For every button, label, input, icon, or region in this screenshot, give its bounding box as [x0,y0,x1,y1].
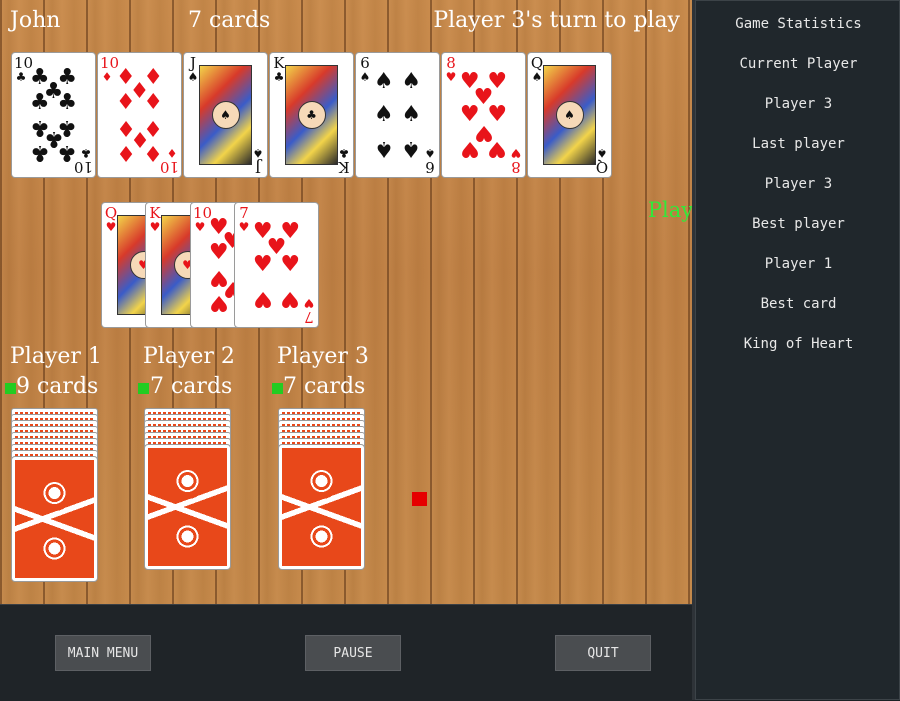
card-rank-bottom: K ♣ [338,146,350,176]
diamonds-pip-icon: ♦ [115,89,136,115]
hand-card[interactable]: 10 ♣ 10 ♣ ♣ ♣ ♣ ♣ ♣ ♣ ♣ ♣ ♣ ♣ [11,52,96,178]
opponent-2-indicator [138,383,149,394]
clubs-pip-icon: ♣ [29,140,50,166]
spades-pip-icon: ♠ [401,102,422,127]
player-name: John [10,8,61,33]
card-rank-top: Q ♠ [530,54,544,85]
card-rank-bottom: Q ♠ [595,146,609,176]
opponent-2-cards: 7 cards [150,374,233,399]
card-rank-bottom: J ♠ [252,146,264,176]
trick-card[interactable]: 7 ♥ 7 ♥ ♥ ♥ ♥ ♥ ♥ ♥ ♥ [234,202,319,328]
card-rank-bottom: 10 ♦ [159,146,179,176]
hand-card[interactable]: K ♣ K ♣ ♣ [269,52,354,178]
opponent-3-indicator [272,383,283,394]
hearts-pip-icon: ♥ [252,252,273,277]
marker-icon [412,492,427,506]
card-pips: ♣ ♣ ♣ ♣ ♣ ♣ ♣ ♣ ♣ ♣ [26,63,81,167]
card-back-pattern-icon [148,448,227,566]
hearts-pip-icon: ♥ [208,239,229,265]
opponent-2-name: Player 2 [143,344,235,369]
spades-pip-icon: ♠ [373,68,394,94]
opponent-3-name: Player 3 [277,344,369,369]
court-figure-icon: ♠ [199,65,252,165]
card-rank-top: K ♣ [273,54,285,85]
stats-panel: Game Statistics Current Player Player 3 … [692,0,900,700]
best-card-label: Best card [760,296,837,312]
best-player-value: Player 1 [764,256,833,272]
hand-card[interactable]: J ♠ J ♠ ♠ [183,52,268,178]
opponent-1-cards: 9 cards [16,374,99,399]
card-rank-top: K ♥ [149,204,161,235]
hearts-pip-icon: ♥ [280,252,301,277]
spades-pip-icon: ♠ [401,68,422,94]
clubs-pip-icon: ♣ [57,89,78,115]
card-rank-bottom: 8 ♥ [510,146,522,176]
card-rank-bottom: 6 ♠ [424,146,436,176]
card-pips: ♠ ♠ ♠ ♠ ♠ ♠ [370,63,425,167]
card-back [11,456,98,582]
card-rank-bottom: 10 ♣ [73,146,93,176]
diamonds-pip-icon: ♦ [115,140,136,166]
clubs-icon: ♣ [297,101,326,129]
best-card-value: King of Heart [743,336,854,352]
current-player-label: Current Player [739,56,858,72]
spades-pip-icon: ♠ [373,102,394,127]
card-back-pattern-icon [15,460,94,578]
best-player-label: Best player [752,216,845,232]
diamonds-pip-icon: ♦ [143,140,164,166]
last-player-label: Last player [752,136,845,152]
card-pips: ♥ ♥ ♥ ♥ ♥ ♥ ♥ [249,213,304,317]
spades-pip-icon: ♠ [373,136,394,162]
spades-pip-icon: ♠ [401,136,422,162]
hearts-pip-icon: ♥ [208,290,229,316]
clubs-pip-icon: ♣ [57,140,78,166]
turn-status: Player 3's turn to play [433,8,680,33]
opponent-1-name: Player 1 [10,344,102,369]
spades-icon: ♠ [211,101,240,129]
card-pips: ♦ ♦ ♦ ♦ ♦ ♦ ♦ ♦ ♦ ♦ [112,63,167,167]
main-menu-button[interactable]: MAIN MENU [55,635,151,671]
court-figure-icon: ♠ [543,65,596,165]
card-back [278,444,365,570]
opponent-1-indicator [5,383,16,394]
card-pips: ♥ ♥ ♥ ♥ ♥ ♥ ♥ ♥ [456,63,511,167]
last-player-value: Player 3 [764,176,833,192]
opponent-3-cards: 7 cards [283,374,366,399]
card-back [144,444,231,570]
stats-panel-frame: Game Statistics Current Player Player 3 … [695,0,900,700]
current-player-value: Player 3 [764,96,833,112]
hand-card[interactable]: 10 ♦ 10 ♦ ♦ ♦ ♦ ♦ ♦ ♦ ♦ ♦ ♦ ♦ [97,52,182,178]
stats-title: Game Statistics [735,16,862,32]
hand-card[interactable]: Q ♠ Q ♠ ♠ [527,52,612,178]
card-back-pattern-icon [282,448,361,566]
card-rank-top: Q ♥ [104,204,118,235]
hand-card[interactable]: 8 ♥ 8 ♥ ♥ ♥ ♥ ♥ ♥ ♥ ♥ ♥ [441,52,526,178]
hearts-pip-icon: ♥ [252,286,273,312]
card-rank-bottom: 7 ♥ [303,296,315,326]
diamonds-pip-icon: ♦ [143,89,164,115]
game-window: John 7 cards Player 3's turn to play 10 ♣… [0,0,900,701]
quit-button[interactable]: QUIT [555,635,651,671]
court-figure-icon: ♣ [285,65,338,165]
pause-button[interactable]: PAUSE [305,635,401,671]
spades-icon: ♠ [555,101,584,129]
hand-card[interactable]: 6 ♠ 6 ♠ ♠ ♠ ♠ ♠ ♠ ♠ [355,52,440,178]
hand-card-count: 7 cards [188,8,271,33]
hearts-pip-icon: ♥ [459,136,480,162]
clubs-pip-icon: ♣ [29,89,50,115]
card-rank-top: J ♠ [187,54,199,85]
hearts-pip-icon: ♥ [280,286,301,312]
hearts-pip-icon: ♥ [487,136,508,162]
